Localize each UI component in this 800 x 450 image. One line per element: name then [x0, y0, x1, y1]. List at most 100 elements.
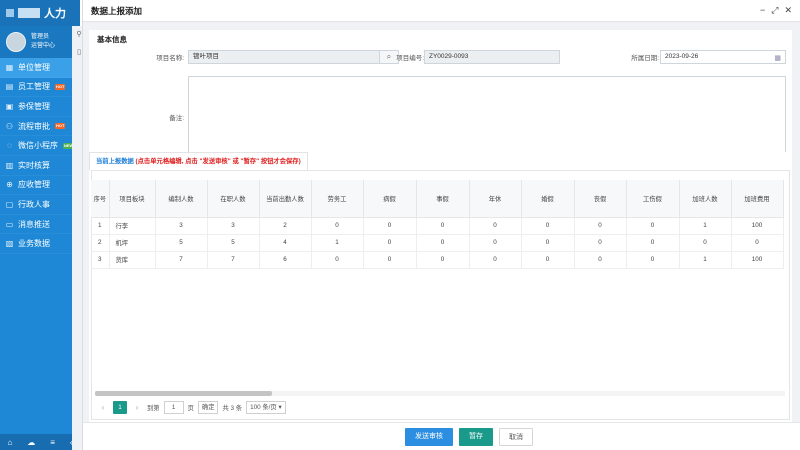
project-code-field[interactable]: ZY0029-0093: [424, 50, 560, 64]
table-cell[interactable]: 0: [574, 217, 627, 235]
goto-page-input[interactable]: 1: [163, 400, 184, 414]
table-cell[interactable]: 0: [469, 217, 522, 235]
save-draft-button[interactable]: 暂存: [459, 428, 493, 446]
column-header[interactable]: 加班人数: [679, 180, 732, 218]
table-cell[interactable]: 6: [259, 251, 312, 269]
table-cell[interactable]: 0: [731, 234, 784, 252]
table-cell[interactable]: 0: [311, 251, 364, 269]
sidebar-item-wechat[interactable]: ◌ 微信小程序 NEW: [0, 136, 80, 156]
current-page[interactable]: 1: [113, 400, 127, 414]
table-cell[interactable]: 0: [469, 251, 522, 269]
approve-icon: ⚇: [5, 121, 14, 131]
column-header[interactable]: 项目板块: [109, 180, 156, 218]
next-page-icon[interactable]: ›: [131, 403, 143, 412]
sidebar-item-label: 微信小程序: [18, 141, 58, 151]
table-cell[interactable]: 0: [574, 234, 627, 252]
column-header[interactable]: 编制人数: [155, 180, 208, 218]
home-icon[interactable]: ⌂: [7, 438, 12, 447]
sidebar-item-approval[interactable]: ⚇ 流程审批 HOT: [0, 117, 80, 137]
remark-textarea[interactable]: [188, 76, 786, 154]
table-cell[interactable]: 0: [521, 251, 575, 269]
building-icon: ▦: [5, 62, 14, 72]
goto-confirm-button[interactable]: 确定: [197, 400, 219, 414]
table-cell[interactable]: 2: [259, 217, 312, 235]
table-cell[interactable]: 行李: [109, 217, 156, 235]
sidebar-item-employee[interactable]: ▤ 员工管理 HOT: [0, 78, 80, 98]
table-cell[interactable]: 1: [311, 234, 364, 252]
calendar-icon[interactable]: ▦: [774, 53, 781, 65]
table-cell[interactable]: 0: [363, 234, 417, 252]
table-cell[interactable]: 1: [679, 217, 732, 235]
table-cell[interactable]: 3: [207, 217, 260, 235]
cloud-icon[interactable]: ☁: [27, 438, 35, 447]
table-cell[interactable]: 0: [574, 251, 627, 269]
table-cell[interactable]: 7: [207, 251, 260, 269]
sidebar-item-calc[interactable]: ▥ 实时核算: [0, 156, 80, 176]
date-value: 2023-09-26: [665, 53, 699, 60]
table-cell[interactable]: 0: [521, 234, 575, 252]
table-cell[interactable]: 0: [626, 251, 680, 269]
sidebar-nav: ▦ 单位管理 ▤ 员工管理 HOT ▣ 参保管理 ⚇ 流程审批 HOT ◌ 微信…: [0, 58, 80, 254]
column-header[interactable]: 婚假: [521, 180, 575, 218]
table-cell[interactable]: 5: [207, 234, 260, 252]
sidebar-item-insurance[interactable]: ▣ 参保管理: [0, 97, 80, 117]
column-header[interactable]: 工伤假: [626, 180, 680, 218]
data-icon: ▧: [5, 239, 14, 249]
prev-page-icon[interactable]: ‹: [97, 403, 109, 412]
table-cell[interactable]: 0: [416, 251, 470, 269]
table-cell[interactable]: 0: [311, 217, 364, 235]
table-cell[interactable]: 机坪: [109, 234, 156, 252]
column-header[interactable]: 劳务工: [311, 180, 364, 218]
user-panel[interactable]: 管理员 运营中心: [0, 26, 80, 58]
sidebar-item-admin[interactable]: ▢ 行政人事: [0, 195, 80, 215]
column-header[interactable]: 丧假: [574, 180, 627, 218]
sidebar-item-label: 消息推送: [18, 219, 50, 229]
page-size-select[interactable]: 100 条/页 ▾: [246, 400, 286, 414]
scrollbar-thumb[interactable]: [95, 391, 272, 396]
table-cell[interactable]: 0: [363, 217, 417, 235]
table-cell[interactable]: 0: [416, 234, 470, 252]
menu-icon[interactable]: ≡: [50, 438, 55, 447]
column-header[interactable]: 当前出勤人数: [259, 180, 312, 218]
cancel-button[interactable]: 取消: [499, 428, 533, 446]
logo-block-icon: [18, 8, 40, 18]
table-cell[interactable]: 0: [521, 217, 575, 235]
sidebar-item-label: 应收管理: [18, 180, 50, 190]
column-header[interactable]: 在职人数: [207, 180, 260, 218]
avatar[interactable]: [6, 32, 26, 52]
table-cell[interactable]: 100: [731, 217, 784, 235]
table-cell[interactable]: 5: [155, 234, 208, 252]
table-cell[interactable]: 7: [155, 251, 208, 269]
table-cell[interactable]: 0: [626, 217, 680, 235]
column-header[interactable]: 病假: [363, 180, 417, 218]
sidebar-item-unit[interactable]: ▦ 单位管理: [0, 58, 80, 78]
table-cell[interactable]: 0: [679, 234, 732, 252]
tab-current-data[interactable]: 当前上报数据 (点击单元格编辑, 点击 "发送审核" 或 "暂存" 按钮才会保存…: [89, 152, 308, 170]
user-name: 管理员: [31, 34, 50, 40]
date-field[interactable]: 2023-09-26 ▦: [660, 50, 786, 64]
horizontal-scrollbar[interactable]: [95, 391, 785, 396]
table-cell[interactable]: 0: [469, 234, 522, 252]
table-cell[interactable]: 3: [155, 217, 208, 235]
table-cell[interactable]: 0: [363, 251, 417, 269]
sidebar-item-data[interactable]: ▧ 业务数据: [0, 234, 80, 254]
sidebar-item-message[interactable]: ▭ 消息推送: [0, 215, 80, 235]
column-header[interactable]: 年休: [469, 180, 522, 218]
table-cell[interactable]: 0: [416, 217, 470, 235]
table-cell[interactable]: 100: [731, 251, 784, 269]
table-cell[interactable]: 4: [259, 234, 312, 252]
column-header[interactable]: 序号: [91, 180, 110, 218]
sidebar-item-label: 流程审批: [18, 121, 50, 131]
maximize-icon[interactable]: ⤢: [771, 5, 778, 16]
minimize-icon[interactable]: −: [760, 5, 765, 16]
project-name-field[interactable]: 镀叶项目: [188, 50, 380, 64]
table-cell[interactable]: 货库: [109, 251, 156, 269]
column-header[interactable]: 事假: [416, 180, 470, 218]
send-review-button[interactable]: 发送审核: [405, 428, 453, 446]
table-cell[interactable]: 0: [626, 234, 680, 252]
hot-badge: HOT: [55, 83, 66, 90]
table-cell[interactable]: 1: [679, 251, 732, 269]
sidebar-item-receivable[interactable]: ⊕ 应收管理: [0, 176, 80, 196]
column-header[interactable]: 加班费用: [731, 180, 784, 218]
close-icon[interactable]: ✕: [784, 5, 792, 16]
